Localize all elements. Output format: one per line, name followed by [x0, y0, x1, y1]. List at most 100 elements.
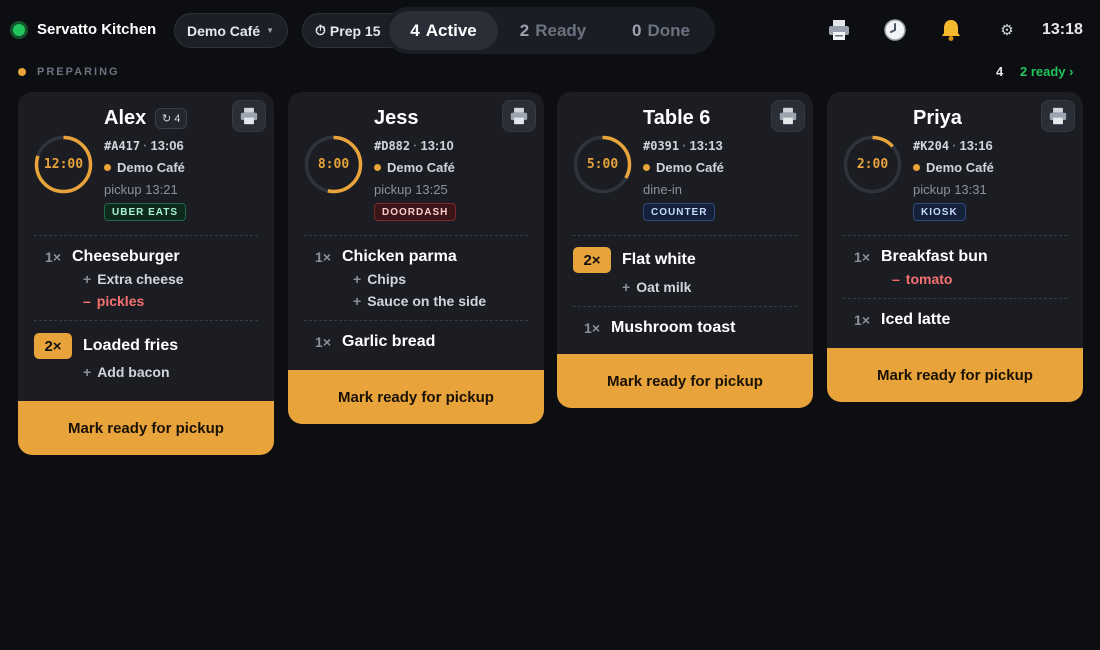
item-qty-highlight: 2× [573, 247, 611, 273]
timer-text: 2:00 [856, 157, 889, 172]
pickup-time: pickup 13:31 [913, 182, 987, 197]
tab-active[interactable]: 4 Active [389, 11, 498, 50]
mark-ready-button[interactable]: Mark ready for pickup [18, 401, 274, 455]
item-name: Cheeseburger [72, 248, 180, 265]
order-id: #K204 [913, 139, 950, 153]
order-card: 12:00 Alex ↻ 4 #A417 · 13:06 Demo Café pic… [18, 92, 274, 455]
print-ticket-button[interactable] [502, 100, 536, 132]
order-meta: #K204 · 13:16 [913, 138, 993, 153]
printer-icon [779, 107, 797, 125]
tab-active-label: Active [425, 20, 477, 40]
section-count: 4 [996, 64, 1004, 79]
pickup-time: pickup 13:21 [104, 182, 178, 197]
tab-active-count: 4 [410, 20, 420, 40]
modifier-add: + Chips [353, 271, 407, 287]
printer-icon [1049, 107, 1067, 125]
top-bar: Servatto Kitchen Demo Café ▼ ⏱ Prep 15 4… [0, 0, 1100, 60]
order-time: 13:10 [420, 138, 454, 153]
order-id: #D882 [374, 139, 411, 153]
item-qty: 1× [854, 312, 870, 328]
clock-icon[interactable] [882, 17, 908, 43]
tab-done[interactable]: 0 Done [613, 11, 709, 50]
channel-badge: KIOSK [913, 203, 966, 221]
order-meta: #A417 · 13:06 [104, 138, 184, 153]
customer-name: Jess [374, 107, 419, 129]
item-name: Loaded fries [83, 337, 179, 354]
bell-icon[interactable] [938, 17, 964, 43]
timer-text: 8:00 [317, 157, 350, 172]
printer-icon[interactable] [826, 17, 852, 43]
reorder-count: 4 [174, 112, 181, 125]
printer-icon [510, 107, 528, 125]
item-qty: 1× [45, 249, 61, 265]
list-item: 1× Mushroom toast [573, 306, 797, 347]
mark-ready-button[interactable]: Mark ready for pickup [557, 354, 813, 408]
tab-ready[interactable]: 2 Ready [503, 11, 603, 50]
service-type: dine-in [643, 182, 683, 197]
modifier-add: + Extra cheese [83, 271, 184, 287]
online-status-dot [13, 24, 25, 36]
order-card: 2:00 Priya #K204 · 13:16 Demo Café pickup … [827, 92, 1083, 402]
order-meta: #D882 · 13:10 [374, 138, 454, 153]
order-location: Demo Café [374, 160, 455, 175]
location-label: Demo Café [656, 160, 724, 175]
list-item: 1× Cheeseburger + Extra cheese – pickles [34, 235, 258, 320]
pickup-time: pickup 13:25 [374, 182, 448, 197]
modifier-remove: – pickles [83, 293, 145, 309]
tab-done-label: Done [647, 20, 690, 40]
customer-name: Table 6 [643, 107, 711, 129]
location-select-label: Demo Café [187, 22, 261, 39]
channel-badge: UBER EATS [104, 203, 187, 221]
app-title: Servatto Kitchen [37, 21, 157, 38]
mark-ready-button[interactable]: Mark ready for pickup [827, 348, 1083, 402]
gear-icon[interactable]: ⚙ [994, 17, 1020, 43]
item-name: Breakfast bun [881, 248, 988, 265]
item-qty-highlight: 2× [34, 333, 72, 359]
order-location: Demo Café [104, 160, 185, 175]
order-id: #0391 [643, 139, 680, 153]
list-item: 2× Flat white + Oat milk [573, 235, 797, 306]
order-meta: #0391 · 13:13 [643, 138, 723, 153]
order-time: 13:13 [689, 138, 723, 153]
order-card: 8:00 Jess #D882 · 13:10 Demo Café pickup 1… [288, 92, 544, 424]
print-ticket-button[interactable] [771, 100, 805, 132]
tab-ready-count: 2 [519, 20, 530, 40]
location-label: Demo Café [926, 160, 994, 175]
item-name: Garlic bread [342, 333, 436, 350]
item-qty: 1× [854, 249, 870, 265]
section-status-dot [18, 68, 26, 76]
section-label: PREPARING [37, 66, 120, 78]
order-location: Demo Café [913, 160, 994, 175]
mark-ready-button[interactable]: Mark ready for pickup [288, 370, 544, 424]
item-name: Iced latte [881, 311, 951, 328]
current-time: 13:18 [1042, 21, 1083, 38]
reorder-badge: ↻ 4 [155, 108, 188, 129]
order-id: #A417 [104, 139, 141, 153]
modifier-remove: – tomato [892, 271, 953, 287]
order-location: Demo Café [643, 160, 724, 175]
location-label: Demo Café [117, 160, 185, 175]
customer-name: Priya [913, 107, 962, 129]
item-name: Mushroom toast [611, 319, 736, 336]
order-time: 13:06 [150, 138, 184, 153]
tab-done-count: 0 [632, 20, 642, 40]
channel-badge: COUNTER [643, 203, 716, 221]
tab-ready-label: Ready [535, 20, 587, 40]
print-ticket-button[interactable] [1041, 100, 1075, 132]
timer-text: 5:00 [586, 157, 619, 172]
timer-text: 12:00 [43, 157, 84, 172]
modifier-add: + Add bacon [83, 364, 170, 380]
order-time: 13:16 [959, 138, 993, 153]
list-item: 2× Loaded fries + Add bacon [34, 320, 258, 391]
print-ticket-button[interactable] [232, 100, 266, 132]
item-qty: 1× [315, 334, 331, 350]
ready-orders-link[interactable]: 2 ready › [1020, 64, 1073, 79]
item-qty: 1× [584, 320, 600, 336]
location-select[interactable]: Demo Café ▼ [174, 13, 288, 48]
location-label: Demo Café [387, 160, 455, 175]
item-name: Flat white [622, 251, 696, 268]
list-item: 1× Iced latte [843, 298, 1067, 339]
stopwatch-icon: ⏱ [315, 22, 326, 38]
list-item: 1× Chicken parma + Chips + Sauce on the sid… [304, 235, 528, 320]
repeat-icon: ↻ [162, 113, 172, 125]
